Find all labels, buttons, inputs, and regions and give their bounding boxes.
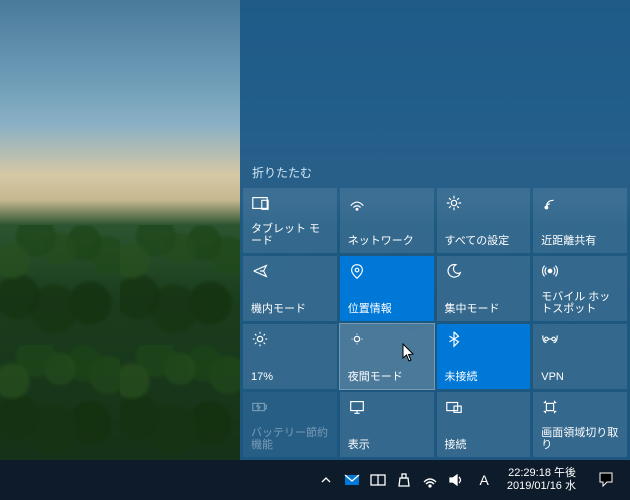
tile-brightness[interactable]: 17%	[243, 324, 337, 389]
power-icon[interactable]	[396, 472, 412, 488]
tile-label: 表示	[348, 439, 426, 451]
tile-label: 位置情報	[348, 303, 426, 315]
tile-label: 集中モード	[445, 303, 523, 315]
network-icon	[348, 194, 426, 212]
taskbar: A 22:29:18 午後 2019/01/16 水	[0, 460, 630, 500]
tile-focus[interactable]: 集中モード	[437, 256, 531, 321]
mail-icon[interactable]	[344, 472, 360, 488]
clock-time: 22:29:18 午後	[507, 467, 576, 480]
tablet-mode-tray-icon[interactable]	[370, 472, 386, 488]
ime-indicator[interactable]: A	[474, 472, 495, 488]
tile-label: VPN	[541, 371, 619, 383]
tray-chevron-icon[interactable]	[318, 472, 334, 488]
quick-action-tiles: タブレット モードネットワーク すべての設定 近距離共有機内モード 位置情報 集中モード…	[240, 185, 630, 460]
location-icon	[348, 262, 426, 280]
system-tray	[312, 472, 470, 488]
volume-icon[interactable]	[448, 472, 464, 488]
tile-label: 未接続	[445, 371, 523, 383]
clock[interactable]: 22:29:18 午後 2019/01/16 水	[499, 467, 584, 493]
tile-airplane[interactable]: 機内モード	[243, 256, 337, 321]
project-icon	[348, 398, 426, 416]
collapse-toggle[interactable]: 折りたたむ	[240, 156, 630, 185]
tile-nearby[interactable]: 近距離共有	[533, 188, 627, 253]
airplane-icon	[251, 262, 329, 280]
tile-label: 17%	[251, 371, 329, 383]
tile-label: バッテリー節約機能	[251, 427, 329, 451]
tile-bluetooth[interactable]: 未接続	[437, 324, 531, 389]
action-center-panel: 折りたたむ タブレット モードネットワーク すべての設定 近距離共有機内モード 位置情…	[240, 0, 630, 460]
tile-hotspot[interactable]: モバイル ホットスポット	[533, 256, 627, 321]
tile-label: 画面領域切り取り	[541, 427, 619, 451]
tile-label: すべての設定	[445, 235, 523, 247]
action-center-icon[interactable]	[588, 471, 624, 490]
tile-battery[interactable]: バッテリー節約機能	[243, 392, 337, 457]
tile-label: タブレット モード	[251, 223, 329, 247]
moon-icon	[445, 262, 523, 280]
connect-icon	[445, 398, 523, 416]
battery-icon	[251, 398, 329, 416]
sun-icon	[251, 330, 329, 348]
tile-location[interactable]: 位置情報	[340, 256, 434, 321]
tile-label: 接続	[445, 439, 523, 451]
tile-label: 機内モード	[251, 303, 329, 315]
tile-connect[interactable]: 接続	[437, 392, 531, 457]
mouse-cursor	[402, 343, 416, 363]
network-tray-icon[interactable]	[422, 472, 438, 488]
tile-network[interactable]: ネットワーク	[340, 188, 434, 253]
tablet-icon	[251, 194, 329, 212]
gear-icon	[445, 194, 523, 212]
tile-tablet[interactable]: タブレット モード	[243, 188, 337, 253]
notification-area	[240, 0, 630, 156]
tile-label: モバイル ホットスポット	[541, 291, 619, 315]
tile-label: ネットワーク	[348, 235, 426, 247]
bluetooth-icon	[445, 330, 523, 348]
tile-project[interactable]: 表示	[340, 392, 434, 457]
clock-date: 2019/01/16 水	[507, 480, 576, 493]
tile-nightlight[interactable]: 夜間モード	[340, 324, 434, 389]
tile-snip[interactable]: 画面領域切り取り	[533, 392, 627, 457]
snip-icon	[541, 398, 619, 416]
share-icon	[541, 194, 619, 212]
tile-label: 近距離共有	[541, 235, 619, 247]
tile-vpn[interactable]: VPN	[533, 324, 627, 389]
vpn-icon	[541, 330, 619, 348]
tile-label: 夜間モード	[348, 371, 426, 383]
tile-settings[interactable]: すべての設定	[437, 188, 531, 253]
hotspot-icon	[541, 262, 619, 280]
